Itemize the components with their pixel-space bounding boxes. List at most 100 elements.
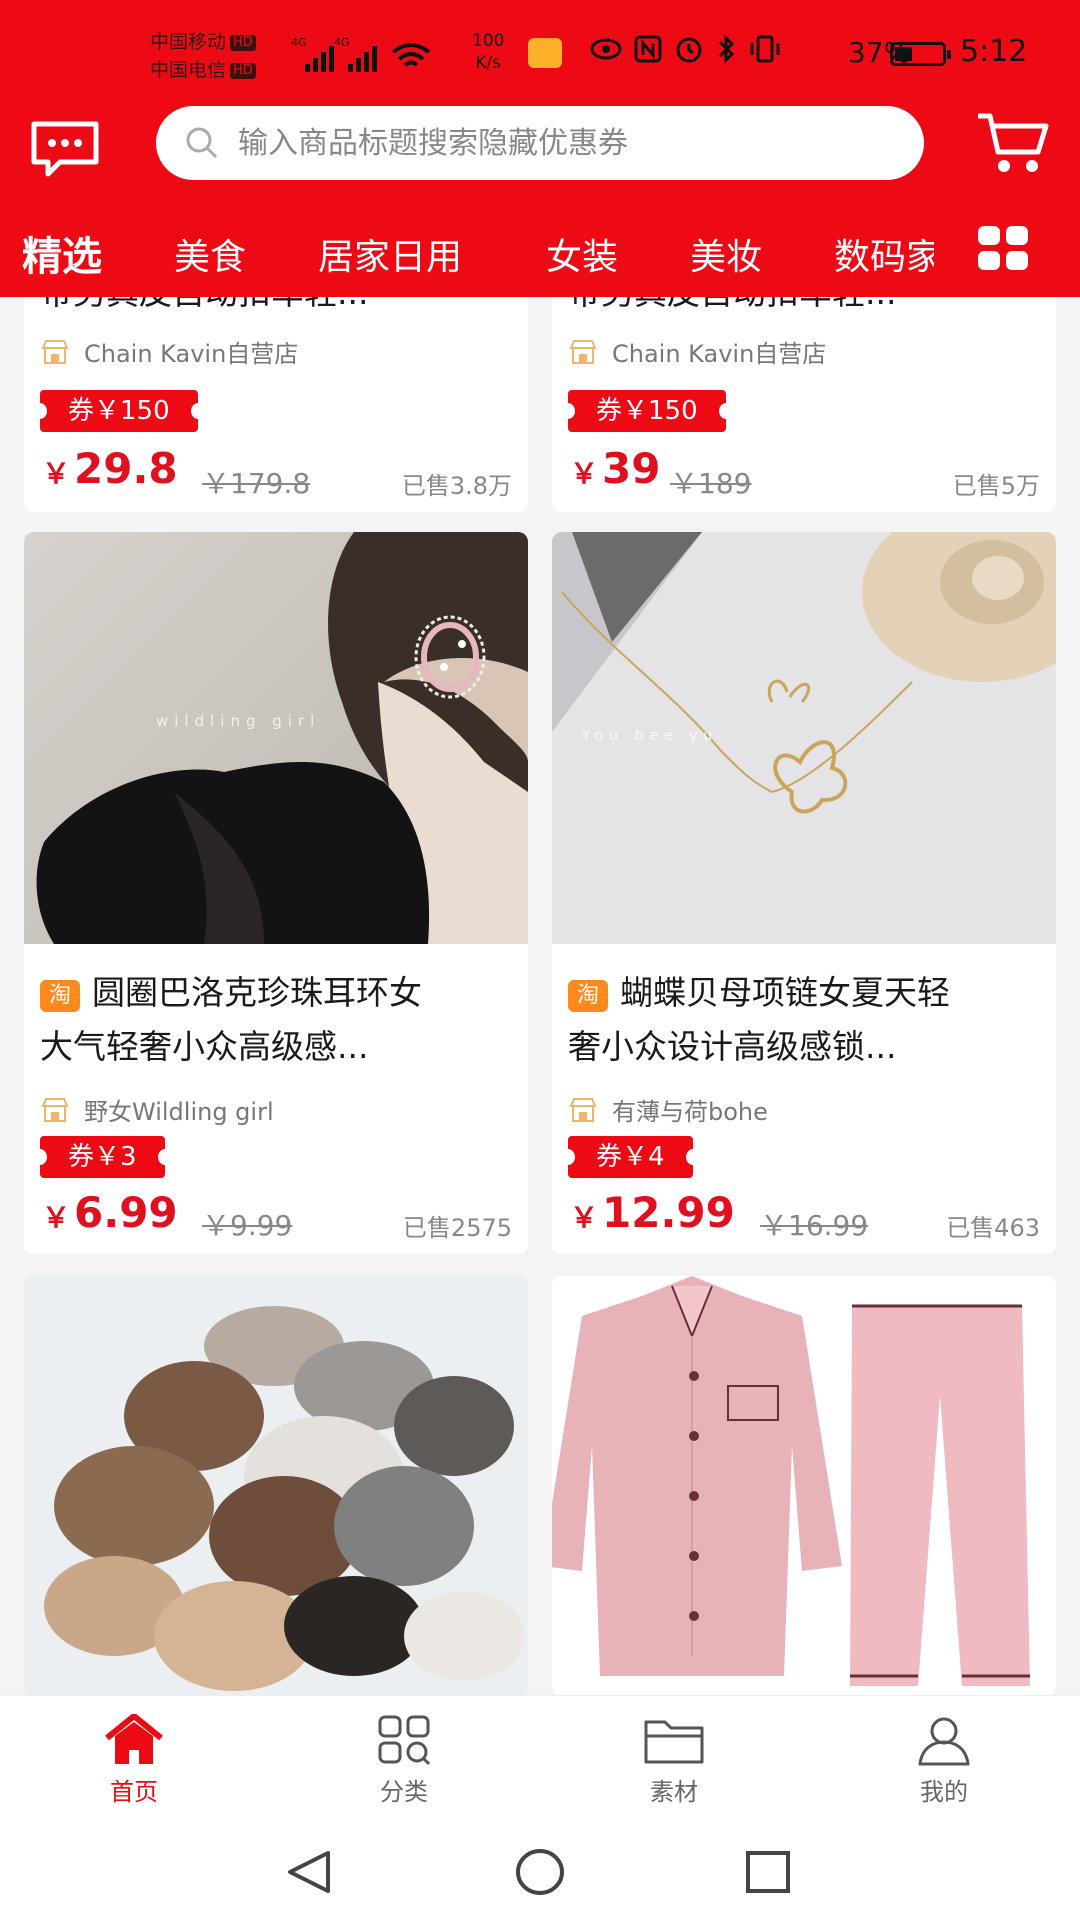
title-line-1: 圆圈巴洛克珍珠耳环女 (92, 973, 422, 1012)
original-price: ￥189 (670, 467, 752, 500)
all-categories-icon[interactable] (978, 226, 1028, 270)
carrier-2: 中国电信 (150, 59, 227, 81)
nav-home[interactable]: 首页 (74, 1714, 194, 1807)
hd-badge-1: HD (230, 34, 256, 51)
shop-name[interactable]: Chain Kavin自营店 (568, 334, 826, 369)
title-line-2: 大气轻奢小众高级感... (40, 1027, 369, 1066)
nav-category-label: 分类 (380, 1778, 428, 1806)
nav-materials[interactable]: 素材 (614, 1714, 734, 1807)
carrier-1: 中国移动 (150, 31, 227, 53)
sold-count: 已售2575 (402, 1214, 512, 1242)
original-price: ￥179.8 (202, 467, 311, 500)
tab-featured[interactable]: 精选 (22, 224, 102, 282)
sold-count: 已售5万 (952, 472, 1040, 500)
search-icon (186, 127, 218, 159)
home-circle-icon[interactable] (514, 1847, 566, 1897)
original-price: ￥9.99 (202, 1209, 293, 1242)
image-watermark: wildling girl (156, 712, 321, 730)
search-bar[interactable] (156, 106, 924, 180)
currency-symbol: ￥ (570, 457, 599, 490)
top-header: 中国移动 HD 中国电信 HD 4G 4G 100 K/s 37% 5:12 输… (0, 0, 1080, 297)
coupon-badge[interactable]: 券￥150 (561, 390, 733, 432)
speed-unit: K/s (475, 53, 502, 73)
product-card[interactable] (552, 1276, 1056, 1696)
title-line-2: 奢小众设计高级感锁... (568, 1027, 897, 1066)
title-line-1: 蝴蝶贝母项链女夏天轻 (620, 973, 950, 1012)
price-value: 29.8 (74, 444, 178, 493)
sold-count: 已售463 (946, 1214, 1040, 1242)
network-speed: 100 K/s (472, 30, 504, 74)
signal-indicators: 4G 4G (291, 36, 431, 72)
coupon-badge[interactable]: 券￥4 (561, 1136, 700, 1178)
store-icon (569, 339, 597, 364)
product-card[interactable]: wildling girl 淘圆圈巴洛克珍珠耳环女 大气轻奢小众高级感... 野… (24, 532, 528, 1254)
image-watermark: You bee yu ... (582, 728, 761, 744)
pajamas-photo (552, 1276, 1030, 1686)
shop-name[interactable]: 有薄与荷bohe (568, 1092, 768, 1127)
nav-profile-label: 我的 (920, 1778, 968, 1806)
alarm-icon (676, 37, 702, 63)
product-card[interactable] (24, 1276, 528, 1696)
tab-food[interactable]: 美食 (174, 228, 246, 280)
product-card[interactable]: You bee yu ... 淘蝴蝶贝母项链女夏天轻 奢小众设计高级感锁... … (552, 532, 1056, 1254)
currency-symbol: ￥ (570, 1201, 599, 1234)
store-icon (41, 339, 69, 364)
currency-symbol: ￥ (42, 1201, 71, 1234)
cart-icon[interactable] (976, 110, 1050, 176)
message-icon[interactable] (30, 120, 100, 178)
nav-profile[interactable]: 我的 (884, 1714, 1004, 1807)
product-image[interactable]: You bee yu ... (552, 532, 1056, 944)
system-nav-bar (0, 1815, 1080, 1920)
taobao-badge: 淘 (40, 980, 80, 1012)
scrunchies-photo (44, 1306, 524, 1691)
shop-name[interactable]: Chain Kavin自营店 (40, 334, 298, 369)
product-image[interactable]: wildling girl (24, 532, 528, 944)
product-image[interactable] (552, 1276, 1056, 1696)
nav-category[interactable]: 分类 (344, 1714, 464, 1807)
vibrate-icon (750, 35, 780, 63)
store-icon (41, 1097, 69, 1122)
nfc-icon (634, 35, 662, 63)
price: ￥29.8 (42, 444, 178, 493)
tab-digital-label: 数码家 (834, 237, 934, 278)
store-icon (569, 1097, 597, 1122)
earring-photo (36, 532, 528, 944)
network-type-1: 4G (291, 36, 307, 49)
coupon-badge[interactable]: 券￥150 (33, 390, 205, 432)
product-image[interactable] (24, 1276, 528, 1696)
nav-materials-label: 素材 (650, 1778, 698, 1806)
signal-icon: 4G (334, 36, 377, 72)
tab-beauty[interactable]: 美妆 (690, 228, 762, 280)
price-value: 6.99 (74, 1188, 178, 1237)
speed-value: 100 (472, 31, 505, 51)
tab-womens-clothing[interactable]: 女装 (546, 228, 618, 280)
profile-icon (918, 1717, 970, 1766)
signal-icon: 4G (291, 36, 334, 72)
recents-icon[interactable] (744, 1849, 792, 1895)
price: ￥6.99 (42, 1188, 178, 1237)
app-notification-icon (528, 38, 562, 68)
price-value: 39 (602, 444, 661, 493)
clock: 5:12 (960, 34, 1028, 69)
coupon-badge[interactable]: 券￥3 (33, 1136, 172, 1178)
tab-household[interactable]: 居家日用 (318, 228, 462, 280)
price: ￥12.99 (570, 1188, 735, 1237)
shop-name[interactable]: 野女Wildling girl (40, 1092, 274, 1127)
original-price: ￥16.99 (760, 1209, 869, 1242)
bottom-nav: 首页 分类 素材 我的 (0, 1695, 1080, 1815)
search-input[interactable] (238, 125, 878, 161)
product-title: 淘圆圈巴洛克珍珠耳环女 大气轻奢小众高级感... (40, 966, 520, 1074)
wifi-icon (391, 43, 431, 67)
price-value: 12.99 (602, 1188, 735, 1237)
home-icon (105, 1714, 163, 1764)
folder-icon (644, 1720, 704, 1764)
shop-label: Chain Kavin自营店 (84, 340, 299, 368)
tab-digital[interactable]: 数码家 (834, 228, 934, 280)
shop-label: Chain Kavin自营店 (612, 340, 827, 368)
carrier-info: 中国移动 HD 中国电信 HD (150, 28, 256, 84)
eye-icon (590, 38, 622, 60)
shop-label: 野女Wildling girl (84, 1098, 274, 1126)
battery-icon (890, 42, 951, 66)
bluetooth-icon (718, 34, 735, 64)
back-icon[interactable] (284, 1849, 334, 1895)
